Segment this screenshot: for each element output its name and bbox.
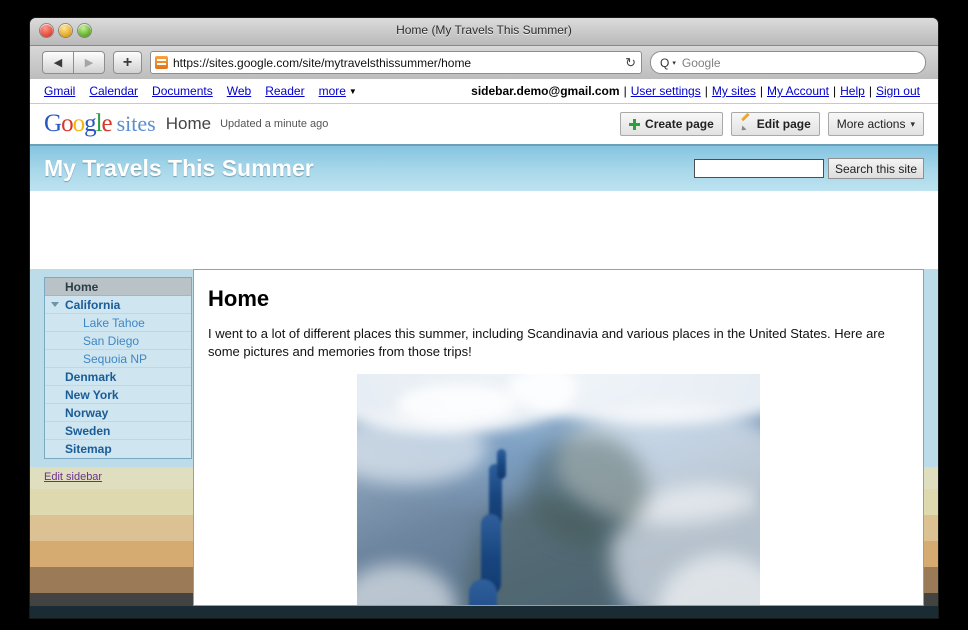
sidebar-item-sweden[interactable]: Sweden: [45, 422, 191, 440]
gbar-link-more[interactable]: more: [319, 84, 346, 98]
site-banner: My Travels This Summer Search this site: [30, 144, 938, 191]
new-tab-button[interactable]: +: [113, 51, 142, 74]
back-button[interactable]: ◀: [42, 51, 73, 74]
aerial-fjord-photo[interactable]: [357, 374, 760, 605]
site-body: Home California Lake Tahoe San Diego Seq…: [30, 269, 938, 618]
window-titlebar: Home (My Travels This Summer): [30, 18, 938, 46]
sidebar-item-label: San Diego: [83, 333, 140, 348]
search-engine-label: Google: [681, 55, 721, 70]
sidebar-item-denmark[interactable]: Denmark: [45, 368, 191, 386]
chevron-down-icon: ▾: [910, 118, 915, 129]
site-sidebar: Home California Lake Tahoe San Diego Seq…: [44, 277, 192, 459]
account-link-sign-out[interactable]: Sign out: [876, 84, 920, 98]
chevron-down-icon[interactable]: ▼: [349, 87, 357, 96]
logo-letter-1: G: [44, 110, 62, 137]
address-bar[interactable]: https://sites.google.com/site/mytravelst…: [150, 51, 642, 74]
logo-letter-2: o: [61, 110, 73, 137]
sidebar-item-label: Sweden: [65, 423, 111, 438]
create-page-label: Create page: [645, 117, 714, 131]
page-action-buttons: Create page Edit page More actions ▾: [620, 112, 924, 136]
site-header: Google sites Home Updated a minute ago C…: [30, 104, 938, 144]
separator: |: [704, 84, 708, 98]
more-actions-button[interactable]: More actions ▾: [827, 112, 924, 136]
search-icon: Q: [660, 55, 670, 70]
edit-page-label: Edit page: [756, 117, 811, 131]
browser-search-field[interactable]: Q ▾ Google: [650, 51, 926, 74]
create-page-button[interactable]: Create page: [620, 112, 723, 136]
separator: |: [623, 84, 627, 98]
sidebar-item-label: Lake Tahoe: [83, 315, 145, 330]
site-search-button[interactable]: Search this site: [827, 158, 924, 179]
current-page-name: Home: [165, 114, 212, 133]
window-title: Home (My Travels This Summer): [396, 23, 572, 37]
sidebar-item-home[interactable]: Home: [45, 278, 191, 296]
sidebar-item-new-york[interactable]: New York: [45, 386, 191, 404]
account-link-my-sites[interactable]: My sites: [712, 84, 756, 98]
sidebar-item-label: Home: [65, 279, 99, 294]
page-content-panel: Home I went to a lot of different places…: [193, 269, 924, 606]
page-viewport: Gmail Calendar Documents Web Reader more…: [30, 79, 938, 618]
page-title: Home: [208, 286, 270, 311]
sidebar-item-sitemap[interactable]: Sitemap: [45, 440, 191, 458]
google-logo[interactable]: Google: [44, 110, 113, 138]
separator: |: [759, 84, 763, 98]
reload-icon[interactable]: ↻: [625, 55, 636, 71]
browser-toolbar: ◀ ▶ + https://sites.google.com/site/mytr…: [30, 46, 938, 80]
gbar-link-documents[interactable]: Documents: [152, 84, 213, 98]
last-updated-text: Updated a minute ago: [220, 118, 329, 130]
sidebar-item-california[interactable]: California: [45, 296, 191, 314]
edit-sidebar-link[interactable]: Edit sidebar: [44, 471, 102, 483]
account-link-my-account[interactable]: My Account: [767, 84, 829, 98]
plus-icon: [629, 118, 641, 130]
pencil-icon: [740, 118, 752, 130]
gbar-link-reader[interactable]: Reader: [265, 84, 304, 98]
page-bottom-frame: [30, 606, 938, 618]
logo-letter-3: o: [72, 110, 85, 137]
product-name: sites: [116, 111, 156, 136]
site-search-input[interactable]: [693, 159, 824, 178]
more-actions-label: More actions: [836, 117, 906, 131]
sidebar-item-lake-tahoe[interactable]: Lake Tahoe: [45, 314, 191, 332]
sidebar-item-label: New York: [65, 387, 119, 402]
address-bar-url: https://sites.google.com/site/mytravelst…: [173, 55, 472, 70]
sidebar-item-label: Denmark: [65, 369, 117, 384]
sidebar-item-label: Sitemap: [65, 442, 112, 456]
edit-page-button[interactable]: Edit page: [730, 112, 820, 136]
separator: |: [868, 84, 872, 98]
gbar-link-web[interactable]: Web: [227, 84, 251, 98]
sidebar-item-san-diego[interactable]: San Diego: [45, 332, 191, 350]
chevron-down-icon[interactable]: [51, 302, 59, 307]
account-links: sidebar.demo@gmail.com | User settings |…: [471, 84, 924, 98]
sidebar-item-label: Norway: [65, 405, 109, 420]
forward-button[interactable]: ▶: [73, 51, 105, 74]
sidebar-item-norway[interactable]: Norway: [45, 404, 191, 422]
navigation-buttons: ◀ ▶: [42, 51, 105, 74]
site-search: Search this site: [693, 158, 924, 179]
separator: |: [833, 84, 837, 98]
sidebar-item-label: California: [65, 297, 121, 312]
account-link-help[interactable]: Help: [840, 84, 865, 98]
page-image-container: [208, 374, 909, 605]
sidebar-item-label: Sequoia NP: [83, 351, 148, 366]
chevron-down-icon[interactable]: ▾: [672, 59, 676, 67]
site-favicon-icon: [155, 56, 168, 69]
account-link-user-settings[interactable]: User settings: [631, 84, 701, 98]
gbar-link-calendar[interactable]: Calendar: [89, 84, 138, 98]
account-email: sidebar.demo@gmail.com: [471, 84, 620, 98]
logo-letter-4: g: [84, 110, 96, 137]
site-title: My Travels This Summer: [44, 155, 314, 181]
logo-letter-6: e: [101, 110, 113, 137]
sidebar-item-sequoia-np[interactable]: Sequoia NP: [45, 350, 191, 368]
browser-window: Home (My Travels This Summer) ◀ ▶ + http…: [30, 18, 938, 618]
page-paragraph: I went to a lot of different places this…: [208, 326, 885, 359]
google-services-bar: Gmail Calendar Documents Web Reader more…: [30, 79, 938, 104]
gbar-link-gmail[interactable]: Gmail: [44, 84, 75, 98]
